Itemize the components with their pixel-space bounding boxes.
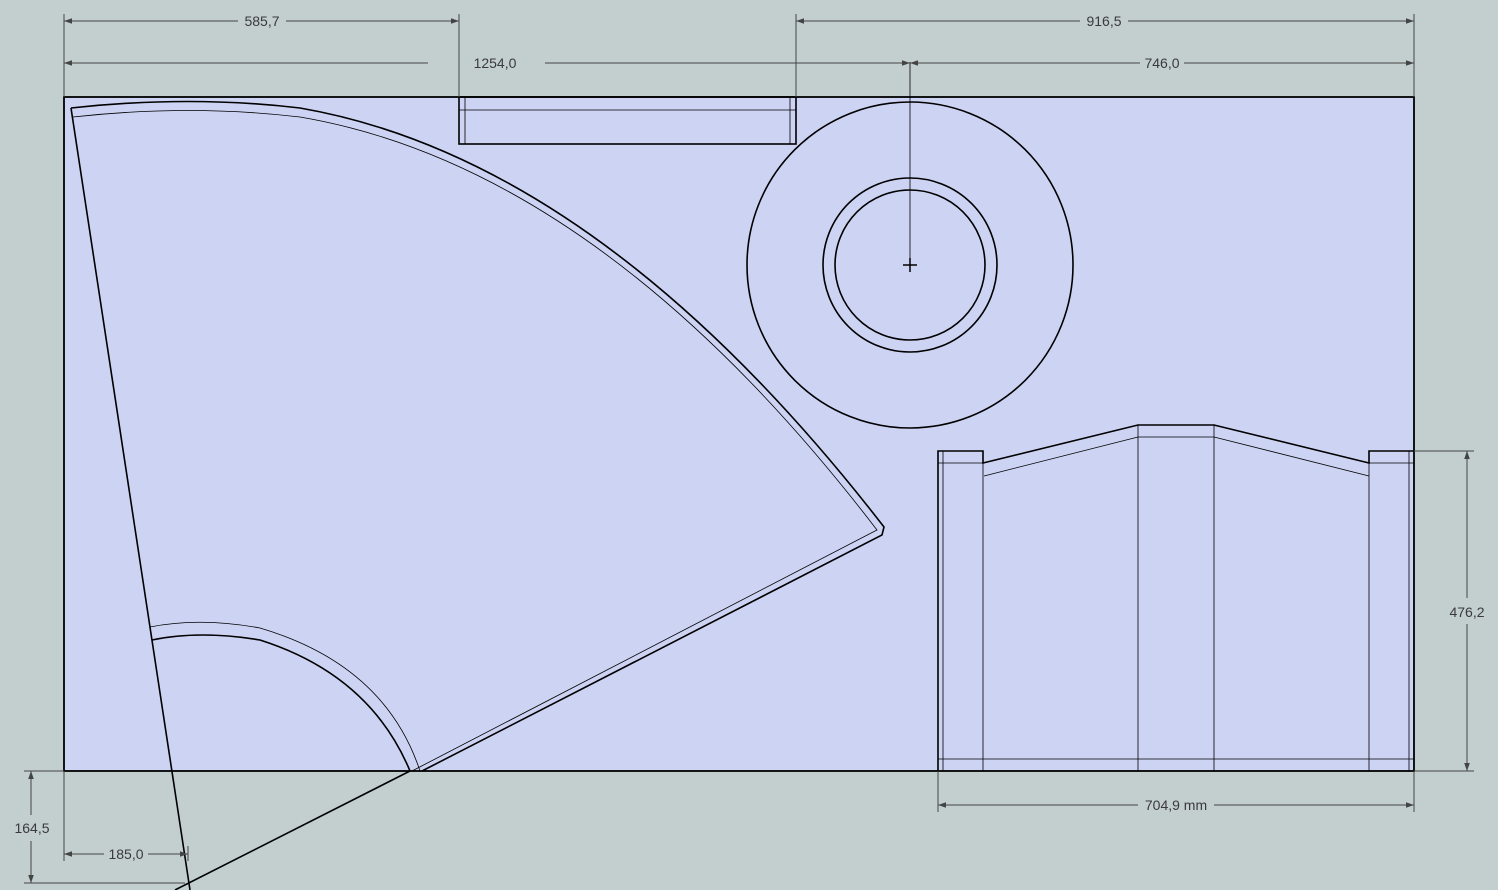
dimension-label: 185,0: [108, 846, 143, 862]
dimension-label: 704,9 mm: [1145, 797, 1207, 813]
dimension-704-9[interactable]: 704,9 mm: [938, 797, 1414, 813]
dimension-label: 476,2: [1449, 604, 1484, 620]
dimension-label: 1254,0: [474, 55, 517, 71]
dimension-1254-0[interactable]: 1254,0: [64, 55, 910, 71]
dimension-label: 164,5: [14, 820, 49, 836]
dimension-916-5[interactable]: 916,5: [796, 13, 1414, 29]
dimension-164-5[interactable]: 164,5: [14, 771, 50, 883]
drawing-canvas[interactable]: 585,7 916,5 1254,0 746,0 476,2 704,9 mm …: [0, 0, 1498, 890]
dimension-746-0[interactable]: 746,0: [910, 55, 1414, 71]
main-panel-face[interactable]: [63, 96, 1415, 772]
dimension-585-7[interactable]: 585,7: [64, 13, 459, 29]
dimension-185-0[interactable]: 185,0: [64, 846, 188, 862]
dimension-476-2[interactable]: 476,2: [1449, 451, 1485, 771]
dimension-label: 585,7: [244, 13, 279, 29]
drawing-svg[interactable]: 585,7 916,5 1254,0 746,0 476,2 704,9 mm …: [0, 0, 1498, 890]
dimension-label: 916,5: [1086, 13, 1121, 29]
dimension-label: 746,0: [1144, 55, 1179, 71]
